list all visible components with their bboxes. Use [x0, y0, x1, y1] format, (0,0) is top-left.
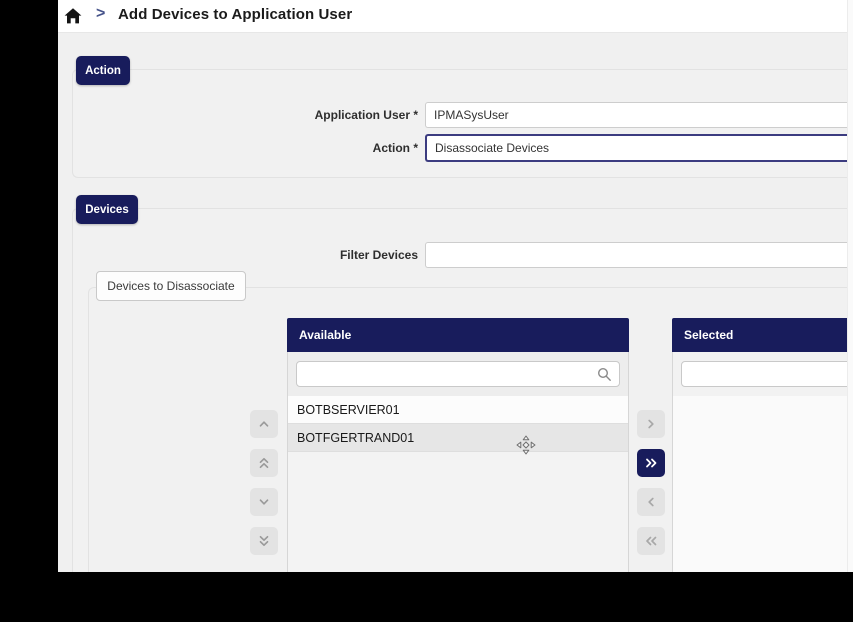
move-up-all-button[interactable]: [250, 449, 278, 477]
available-panel-body: BOTBSERVIER01 BOTFGERTRAND01: [287, 352, 629, 572]
move-left-all-button[interactable]: [637, 527, 665, 555]
double-chevron-up-icon: [258, 456, 270, 470]
home-icon[interactable]: [63, 6, 83, 26]
chevron-up-icon: [258, 418, 270, 430]
available-search-box: [296, 361, 620, 387]
filter-devices-label: Filter Devices: [58, 242, 418, 269]
application-user-input[interactable]: [425, 102, 853, 128]
available-search-input[interactable]: [297, 362, 619, 386]
move-down-button[interactable]: [250, 488, 278, 516]
breadcrumb-bar: > Add Devices to Application User: [58, 0, 853, 33]
action-input[interactable]: [425, 134, 853, 162]
available-panel-header: Available: [287, 318, 629, 352]
devices-to-disassociate-label: Devices to Disassociate: [96, 271, 246, 301]
available-device-list: BOTBSERVIER01 BOTFGERTRAND01: [288, 396, 628, 572]
action-section-tab: Action: [76, 56, 130, 85]
chevron-left-icon: [645, 496, 657, 508]
double-chevron-right-icon: [644, 457, 658, 469]
right-edge-strip: [847, 0, 853, 572]
move-right-all-button[interactable]: [637, 449, 665, 477]
chevron-right-icon: [645, 418, 657, 430]
available-device-item[interactable]: BOTBSERVIER01: [288, 396, 628, 424]
app-window: > Add Devices to Application User Action…: [58, 0, 853, 572]
available-panel: Available BOTBSERVIER01 BOTFGERTRAND01: [287, 318, 629, 572]
selected-device-list: [673, 396, 853, 572]
breadcrumb-separator: >: [96, 5, 105, 23]
page-title: Add Devices to Application User: [118, 6, 352, 23]
double-chevron-down-icon: [258, 534, 270, 548]
move-up-button[interactable]: [250, 410, 278, 438]
chevron-down-icon: [258, 496, 270, 508]
devices-section-tab: Devices: [76, 195, 138, 224]
selected-search-box: [681, 361, 853, 387]
move-right-button[interactable]: [637, 410, 665, 438]
move-left-button[interactable]: [637, 488, 665, 516]
magnifier-icon: [597, 367, 612, 382]
action-label: Action *: [58, 135, 418, 162]
move-down-all-button[interactable]: [250, 527, 278, 555]
selected-search-input[interactable]: [682, 362, 853, 386]
double-chevron-left-icon: [644, 535, 658, 547]
selected-panel-body: [672, 352, 853, 572]
application-user-label: Application User *: [58, 102, 418, 129]
filter-devices-input[interactable]: [425, 242, 853, 268]
selected-panel: Selected: [672, 318, 853, 572]
selected-panel-header: Selected: [672, 318, 853, 352]
available-device-item[interactable]: BOTFGERTRAND01: [288, 424, 628, 452]
